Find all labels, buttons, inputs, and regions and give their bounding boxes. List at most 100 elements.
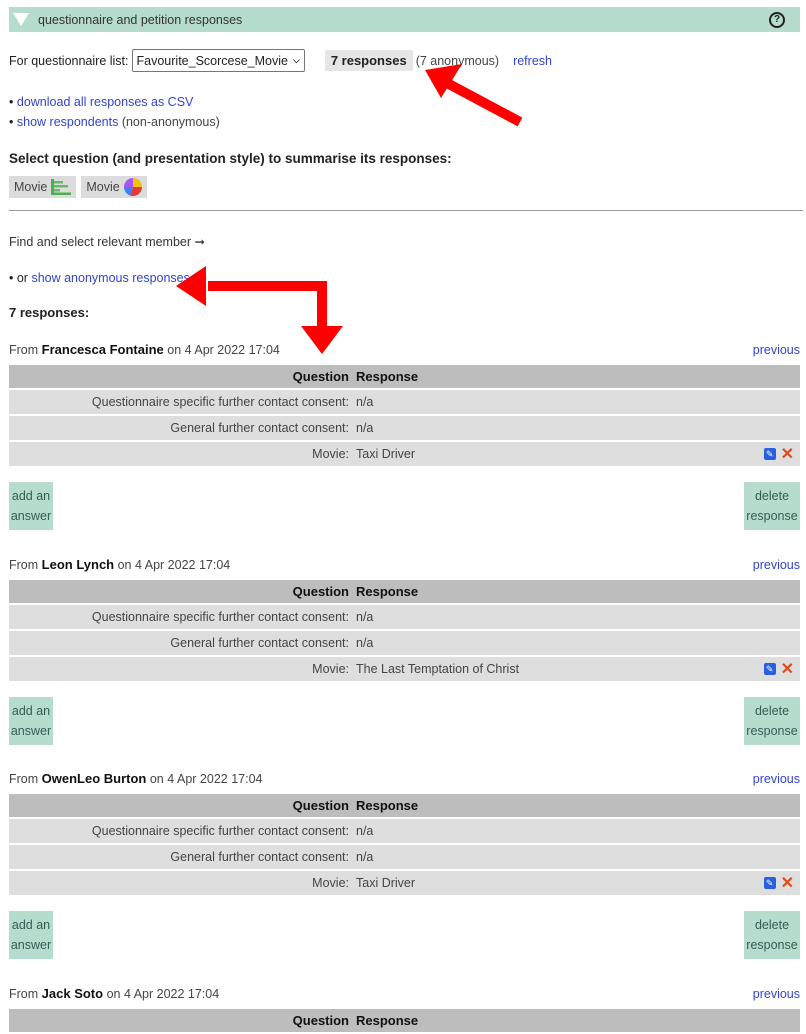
- delete-response-button[interactable]: delete response: [744, 911, 800, 959]
- response-count-badge: 7 responses: [324, 50, 413, 71]
- response-table: Question Response Questionnaire specific…: [9, 363, 800, 468]
- delete-response-button[interactable]: delete response: [744, 482, 800, 530]
- on-label: on: [167, 343, 182, 357]
- right-arrow-icon: ➞: [194, 235, 205, 249]
- table-header-row: Question Response: [9, 1009, 800, 1032]
- delete-line-2: response: [746, 724, 798, 738]
- answer-cell: n/a: [356, 845, 733, 869]
- response-block: From OwenLeo Burton on 4 Apr 2022 17:04 …: [9, 770, 800, 971]
- answer-cell: n/a: [356, 416, 733, 440]
- from-label: From: [9, 558, 39, 572]
- actions-cell: [733, 390, 800, 414]
- delete-line-2: response: [746, 509, 798, 523]
- add-answer-line-2: answer: [10, 938, 52, 952]
- table-row: Movie: Taxi Driver ✎ ✕: [9, 442, 800, 466]
- actions-cell: [733, 845, 800, 869]
- add-answer-line-2: answer: [10, 724, 52, 738]
- questionnaire-selected-value: Favourite_Scorcese_Movie: [136, 53, 288, 68]
- table-row: Questionnaire specific further contact c…: [9, 819, 800, 843]
- actions-cell: [733, 605, 800, 629]
- add-answer-line-1: add an: [11, 704, 51, 718]
- add-answer-line-1: add an: [11, 489, 51, 503]
- delete-icon[interactable]: ✕: [781, 446, 794, 463]
- show-anonymous-link[interactable]: show anonymous responses: [31, 271, 189, 285]
- question-cell: Movie:: [9, 442, 356, 466]
- response-block: From Leon Lynch on 4 Apr 2022 17:04 prev…: [9, 556, 800, 757]
- response-column-header: Response: [356, 365, 733, 388]
- question-column-header: Question: [9, 580, 356, 603]
- actions-cell: ✎ ✕: [733, 657, 800, 681]
- table-row: General further contact consent: n/a: [9, 631, 800, 655]
- response-from: From Francesca Fontaine on 4 Apr 2022 17…: [9, 341, 800, 359]
- add-answer-button[interactable]: add an answer: [9, 697, 53, 745]
- actions-column-header: [733, 365, 800, 388]
- question-cell: Questionnaire specific further contact c…: [9, 390, 356, 414]
- actions-cell: [733, 416, 800, 440]
- divider: [9, 210, 803, 211]
- edit-icon[interactable]: ✎: [763, 663, 776, 675]
- show-respondents-row: • show respondents (non-anonymous): [9, 112, 220, 132]
- on-label: on: [117, 558, 132, 572]
- or-label: • or: [9, 271, 28, 285]
- movie-bar-chart-button[interactable]: Movie: [9, 176, 77, 198]
- pill-label: Movie: [14, 180, 48, 194]
- question-cell: General further contact consent:: [9, 416, 356, 440]
- delete-icon[interactable]: ✕: [781, 661, 794, 678]
- answer-cell: n/a: [356, 631, 733, 655]
- add-answer-button[interactable]: add an answer: [9, 911, 53, 959]
- questionnaire-select[interactable]: Favourite_Scorcese_Movie ⌵: [131, 49, 305, 72]
- bullet: •: [9, 95, 14, 109]
- download-csv-link[interactable]: download all responses as CSV: [17, 95, 194, 109]
- responses-heading: 7 responses:: [9, 305, 90, 320]
- actions-column-header: [733, 580, 800, 603]
- previous-link[interactable]: previous: [753, 341, 800, 359]
- table-header-row: Question Response: [9, 580, 800, 603]
- response-column-header: Response: [356, 580, 733, 603]
- chevron-down-icon: ⌵: [292, 55, 300, 65]
- question-cell: General further contact consent:: [9, 631, 356, 655]
- movie-pie-chart-button[interactable]: Movie: [81, 176, 147, 198]
- section-header[interactable]: questionnaire and petition responses ?: [9, 7, 800, 32]
- bullet: •: [9, 115, 14, 129]
- from-label: From: [9, 772, 39, 786]
- on-label: on: [149, 772, 164, 786]
- find-member[interactable]: Find and select relevant member ➞: [9, 234, 205, 249]
- add-answer-button[interactable]: add an answer: [9, 482, 53, 530]
- question-cell: Questionnaire specific further contact c…: [9, 819, 356, 843]
- response-from: From Leon Lynch on 4 Apr 2022 17:04 prev…: [9, 556, 800, 574]
- actions-column-header: [733, 794, 800, 817]
- edit-icon[interactable]: ✎: [763, 448, 776, 460]
- find-member-label: Find and select relevant member: [9, 235, 192, 249]
- response-actions: add an answer delete response: [9, 697, 800, 757]
- answer-cell: n/a: [356, 605, 733, 629]
- response-from: From OwenLeo Burton on 4 Apr 2022 17:04 …: [9, 770, 800, 788]
- delete-response-button[interactable]: delete response: [744, 697, 800, 745]
- on-label: on: [106, 987, 121, 1001]
- delete-icon[interactable]: ✕: [781, 875, 794, 892]
- table-row: General further contact consent: n/a: [9, 845, 800, 869]
- response-block: From Jack Soto on 4 Apr 2022 17:04 previ…: [9, 985, 800, 1034]
- actions-cell: [733, 819, 800, 843]
- edit-icon[interactable]: ✎: [763, 877, 776, 889]
- answer-cell: n/a: [356, 819, 733, 843]
- anonymous-count: (7 anonymous): [415, 53, 500, 68]
- add-answer-line-1: add an: [11, 918, 51, 932]
- answer-cell: Taxi Driver: [356, 442, 733, 466]
- collapse-triangle-icon[interactable]: [13, 13, 29, 26]
- response-block: From Francesca Fontaine on 4 Apr 2022 17…: [9, 341, 800, 542]
- actions-column-header: [733, 1009, 800, 1032]
- bar-chart-icon: [51, 179, 72, 195]
- previous-link[interactable]: previous: [753, 770, 800, 788]
- question-cell: Movie:: [9, 871, 356, 895]
- from-label: From: [9, 343, 39, 357]
- show-respondents-link[interactable]: show respondents: [17, 115, 118, 129]
- refresh-link[interactable]: refresh: [513, 54, 552, 68]
- section-title: questionnaire and petition responses: [38, 12, 243, 27]
- help-icon[interactable]: ?: [769, 12, 785, 28]
- download-csv-row: • download all responses as CSV: [9, 92, 220, 112]
- questionnaire-row: For questionnaire list: Favourite_Scorce…: [9, 49, 552, 72]
- question-cell: Questionnaire specific further contact c…: [9, 605, 356, 629]
- previous-link[interactable]: previous: [753, 985, 800, 1003]
- previous-link[interactable]: previous: [753, 556, 800, 574]
- response-from: From Jack Soto on 4 Apr 2022 17:04 previ…: [9, 985, 800, 1003]
